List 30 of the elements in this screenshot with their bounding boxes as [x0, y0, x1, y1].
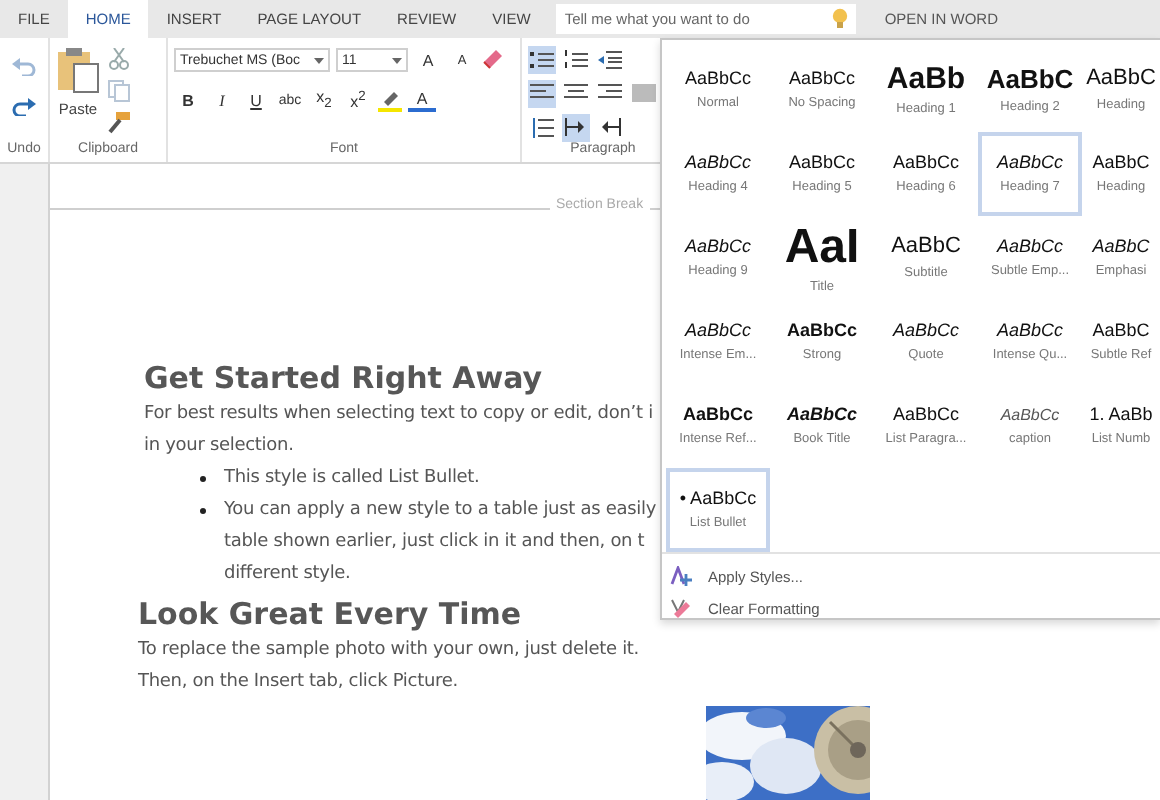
eraser-icon[interactable]	[482, 50, 504, 70]
format-button[interactable]: I	[208, 86, 236, 114]
line-spacing-button[interactable]	[528, 113, 556, 141]
lightbulb-icon	[824, 4, 857, 34]
list-item-text: This style is called List Bullet.	[224, 466, 480, 492]
format-button[interactable]: x$^{2}$	[344, 86, 372, 114]
bullet-icon	[200, 476, 206, 482]
bullet-icon	[200, 508, 206, 514]
apply-styles-icon	[670, 565, 692, 587]
font-color-button[interactable]: A	[408, 89, 436, 111]
bullets-button[interactable]	[528, 45, 556, 73]
format-painter-icon[interactable]	[108, 112, 130, 134]
format-button[interactable]: U	[242, 86, 270, 114]
align-left-button[interactable]	[528, 79, 556, 107]
format-button[interactable]: x$_{2}$	[310, 86, 338, 114]
eraser-icon	[670, 597, 692, 619]
body-paragraph: To replace the sample photo with your own, just delete it. Then, on the Insert tab, click Picture.	[138, 638, 640, 696]
caret-icon	[392, 57, 402, 63]
outdent-button[interactable]	[596, 45, 624, 73]
left-to-right-button[interactable]	[562, 113, 590, 141]
document-heading: Look Great Every Time	[138, 594, 522, 634]
document-heading: Get Started Right Away	[144, 358, 543, 398]
redo-icon[interactable]	[12, 96, 36, 116]
highlighter-icon[interactable]	[378, 89, 402, 111]
numbering-button[interactable]	[562, 45, 590, 73]
list-item-text: You can apply a new style to a table just as easily table shown earlier, just click in it and then, on t different style.	[224, 498, 657, 588]
caret-icon	[314, 57, 324, 63]
grow-font-button[interactable]: A	[414, 46, 442, 74]
body-paragraph: For best results when selecting text to copy or edit, don’t i in your selection.	[144, 402, 653, 460]
format-button[interactable]: B	[174, 86, 202, 114]
